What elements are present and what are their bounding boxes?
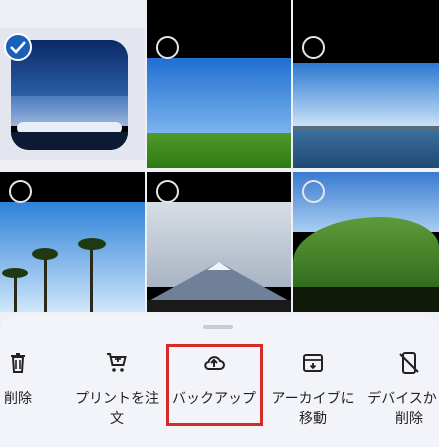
select-circle-icon[interactable]	[302, 36, 325, 59]
photo-tile[interactable]	[293, 28, 439, 168]
print-order-button[interactable]: プリントを注文	[72, 351, 162, 429]
photo-grid	[0, 0, 439, 330]
photo-tile[interactable]	[0, 172, 145, 312]
delete-button[interactable]: 削除	[0, 351, 63, 409]
device-delete-label: デバイスから削除	[367, 391, 439, 427]
selected-check-icon[interactable]	[4, 33, 32, 61]
device-off-icon	[399, 352, 419, 374]
photo-tile[interactable]	[293, 172, 439, 312]
device-delete-button[interactable]: デバイスから削除	[364, 351, 439, 429]
select-circle-icon[interactable]	[9, 180, 32, 203]
select-circle-icon[interactable]	[156, 36, 179, 59]
archive-icon	[303, 354, 323, 372]
archive-button[interactable]: アーカイブに移動	[268, 351, 358, 429]
backup-highlight-box	[166, 344, 263, 426]
sheet-handle[interactable]	[203, 325, 233, 329]
select-circle-icon[interactable]	[156, 180, 179, 203]
photo-tile[interactable]	[147, 28, 291, 168]
select-circle-icon[interactable]	[302, 180, 325, 203]
archive-label: アーカイブに移動	[271, 391, 355, 427]
photo-tile[interactable]	[293, 0, 439, 28]
print-order-label: プリントを注文	[75, 391, 159, 427]
delete-label: 削除	[4, 391, 32, 407]
trash-icon	[11, 353, 25, 373]
cart-icon	[107, 353, 127, 372]
photo-tile[interactable]	[147, 0, 291, 28]
photo-tile[interactable]	[147, 172, 291, 312]
